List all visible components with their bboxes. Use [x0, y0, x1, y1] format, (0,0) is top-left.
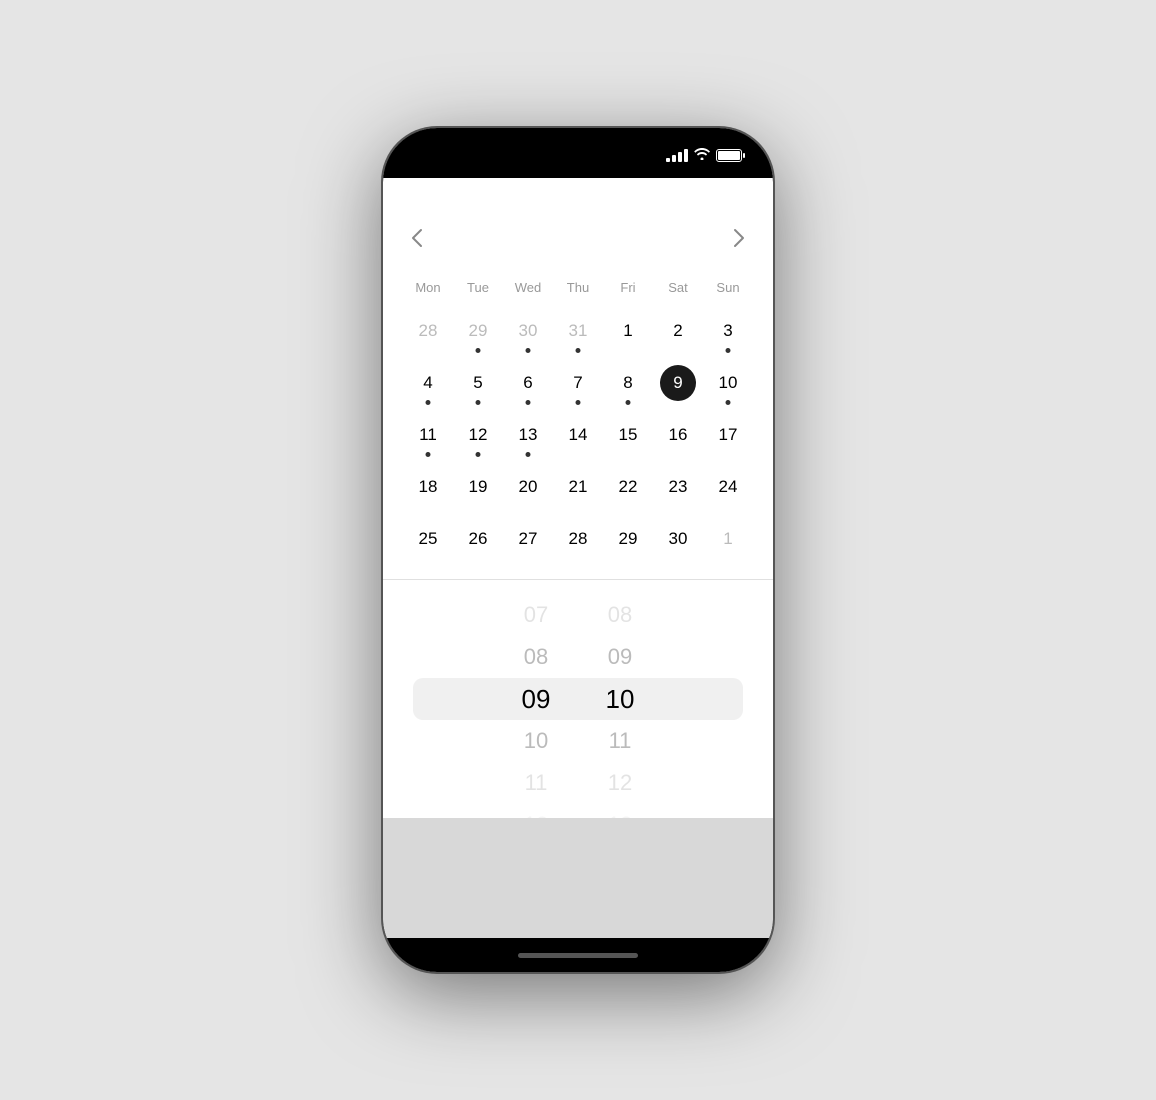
- calendar-day-4-5[interactable]: 30: [653, 515, 703, 563]
- calendar-day-0-1[interactable]: 29: [453, 307, 503, 355]
- event-dot: [476, 348, 481, 353]
- time-item-minutes-07[interactable]: 07: [590, 580, 650, 594]
- calendar-day-4-2[interactable]: 27: [503, 515, 553, 563]
- event-dot: [576, 348, 581, 353]
- time-column-minutes[interactable]: 07080910111213: [590, 580, 650, 818]
- weekday-wed: Wed: [503, 276, 553, 299]
- status-icons: [666, 148, 745, 163]
- calendar-section: Mon Tue Wed Thu Fri Sat Sun 282930311234…: [383, 214, 773, 579]
- time-item-hours-10[interactable]: 10: [506, 720, 566, 762]
- calendar-nav: [403, 224, 753, 258]
- calendar-day-1-1[interactable]: 5: [453, 359, 503, 407]
- home-indicator: [383, 938, 773, 972]
- prev-month-button[interactable]: [403, 224, 431, 258]
- time-item-hours-06[interactable]: 06: [506, 580, 566, 594]
- time-item-minutes-08[interactable]: 08: [590, 594, 650, 636]
- calendar-grid: 2829303112345678910111213141516171819202…: [403, 307, 753, 563]
- time-item-minutes-09[interactable]: 09: [590, 636, 650, 678]
- calendar-day-4-4[interactable]: 29: [603, 515, 653, 563]
- time-item-hours-11[interactable]: 11: [506, 762, 566, 804]
- calendar-day-1-5[interactable]: 9: [653, 359, 703, 407]
- calendar-day-1-2[interactable]: 6: [503, 359, 553, 407]
- calendar-day-2-5[interactable]: 16: [653, 411, 703, 459]
- calendar-day-1-0[interactable]: 4: [403, 359, 453, 407]
- calendar-day-2-6[interactable]: 17: [703, 411, 753, 459]
- weekdays-row: Mon Tue Wed Thu Fri Sat Sun: [403, 276, 753, 299]
- calendar-day-3-3[interactable]: 21: [553, 463, 603, 511]
- event-dot: [726, 400, 731, 405]
- calendar-day-3-6[interactable]: 24: [703, 463, 753, 511]
- calendar-day-3-5[interactable]: 23: [653, 463, 703, 511]
- phone-screen: Mon Tue Wed Thu Fri Sat Sun 282930311234…: [383, 128, 773, 972]
- calendar-day-1-6[interactable]: 10: [703, 359, 753, 407]
- modal-sheet: Mon Tue Wed Thu Fri Sat Sun 282930311234…: [383, 178, 773, 818]
- time-item-hours-08[interactable]: 08: [506, 636, 566, 678]
- event-dot: [576, 400, 581, 405]
- event-dot: [526, 400, 531, 405]
- weekday-mon: Mon: [403, 276, 453, 299]
- calendar-day-3-4[interactable]: 22: [603, 463, 653, 511]
- weekday-tue: Tue: [453, 276, 503, 299]
- time-column-hours[interactable]: 06070809101112: [506, 580, 566, 818]
- time-item-minutes-11[interactable]: 11: [590, 720, 650, 762]
- weekday-sat: Sat: [653, 276, 703, 299]
- status-bar: [383, 128, 773, 178]
- signal-bar-3: [678, 152, 682, 162]
- calendar-day-4-1[interactable]: 26: [453, 515, 503, 563]
- calendar-day-0-6[interactable]: 3: [703, 307, 753, 355]
- time-item-hours-07[interactable]: 07: [506, 594, 566, 636]
- calendar-day-2-4[interactable]: 15: [603, 411, 653, 459]
- signal-bar-4: [684, 149, 688, 162]
- time-item-hours-09[interactable]: 09: [506, 678, 566, 720]
- battery-icon: [716, 149, 745, 162]
- time-picker-section[interactable]: 0607080910111207080910111213: [383, 580, 773, 818]
- event-dot: [476, 400, 481, 405]
- modal-header: [383, 178, 773, 214]
- calendar-day-2-0[interactable]: 11: [403, 411, 453, 459]
- wifi-icon: [694, 148, 710, 163]
- next-month-button[interactable]: [725, 224, 753, 258]
- calendar-day-4-6[interactable]: 1: [703, 515, 753, 563]
- event-dot: [626, 400, 631, 405]
- time-item-minutes-12[interactable]: 12: [590, 762, 650, 804]
- home-bar: [518, 953, 638, 958]
- bottom-gray-area: [383, 818, 773, 938]
- calendar-day-0-0[interactable]: 28: [403, 307, 453, 355]
- calendar-day-0-3[interactable]: 31: [553, 307, 603, 355]
- phone-frame: Mon Tue Wed Thu Fri Sat Sun 282930311234…: [383, 128, 773, 972]
- signal-bar-1: [666, 158, 670, 162]
- weekday-thu: Thu: [553, 276, 603, 299]
- calendar-day-2-1[interactable]: 12: [453, 411, 503, 459]
- event-dot: [526, 348, 531, 353]
- time-item-minutes-10[interactable]: 10: [590, 678, 650, 720]
- time-picker-wrapper: 0607080910111207080910111213: [383, 580, 773, 818]
- calendar-day-0-2[interactable]: 30: [503, 307, 553, 355]
- event-dot: [426, 400, 431, 405]
- calendar-day-0-4[interactable]: 1: [603, 307, 653, 355]
- calendar-day-3-1[interactable]: 19: [453, 463, 503, 511]
- signal-bar-2: [672, 155, 676, 162]
- calendar-day-0-5[interactable]: 2: [653, 307, 703, 355]
- event-dot: [526, 452, 531, 457]
- event-dot: [426, 452, 431, 457]
- calendar-day-3-2[interactable]: 20: [503, 463, 553, 511]
- weekday-fri: Fri: [603, 276, 653, 299]
- event-dot: [476, 452, 481, 457]
- weekday-sun: Sun: [703, 276, 753, 299]
- time-item-hours-12[interactable]: 12: [506, 804, 566, 818]
- calendar-day-1-3[interactable]: 7: [553, 359, 603, 407]
- calendar-day-1-4[interactable]: 8: [603, 359, 653, 407]
- calendar-day-4-3[interactable]: 28: [553, 515, 603, 563]
- calendar-day-2-2[interactable]: 13: [503, 411, 553, 459]
- calendar-day-3-0[interactable]: 18: [403, 463, 453, 511]
- calendar-day-4-0[interactable]: 25: [403, 515, 453, 563]
- calendar-day-2-3[interactable]: 14: [553, 411, 603, 459]
- event-dot: [726, 348, 731, 353]
- time-item-minutes-13[interactable]: 13: [590, 804, 650, 818]
- signal-bars-icon: [666, 149, 688, 162]
- time-columns: 0607080910111207080910111213: [506, 580, 650, 818]
